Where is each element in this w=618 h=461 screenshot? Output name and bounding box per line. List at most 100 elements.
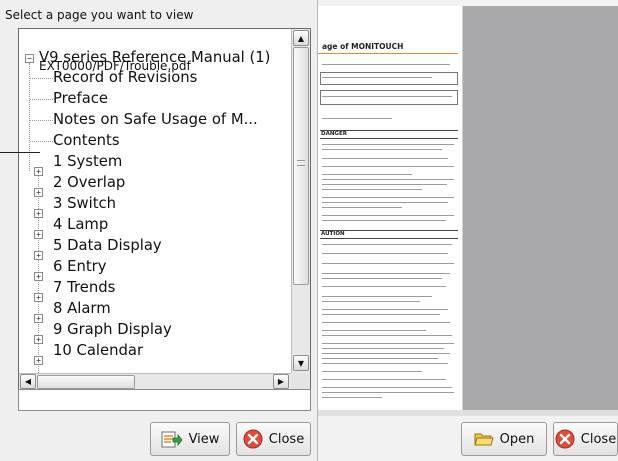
scroll-down-button[interactable]: ▼ [293,355,309,371]
tree-connector [30,78,53,79]
close-icon [243,429,263,449]
tree-connector [30,141,53,142]
page-tree[interactable]: EXT0000/PDF/Trouble.pdf − V9 series Refe… [18,28,311,391]
preview-text-line [322,149,442,150]
app-window: age of MONITOUCH DANGER AUTION Open Clos… [0,0,618,461]
preview-text-line [322,253,448,254]
preview-text-line [322,207,402,208]
tree-chapter[interactable]: 5 Data Display [53,235,162,256]
preview-text-box [320,72,458,85]
tree-chapter[interactable]: 2 Overlap [53,172,125,193]
preview-text-line [322,296,432,297]
scroll-left-button[interactable]: ◀ [20,374,36,389]
view-button[interactable]: View [150,422,230,456]
scroll-up-button[interactable]: ▲ [293,30,309,46]
expand-toggle[interactable]: + [34,209,43,218]
preview-text-line [322,392,454,393]
preview-text-line [322,363,448,364]
preview-text-line [322,273,450,274]
tree-item[interactable]: Preface [53,88,108,109]
tree-chapter[interactable]: 10 Calendar [53,340,143,361]
expand-toggle[interactable]: + [34,314,43,323]
open-button-label: Open [499,431,535,447]
tree-chapter[interactable]: 4 Lamp [53,214,108,235]
preview-text-line [322,371,422,372]
expand-toggle[interactable]: + [34,167,43,176]
scroll-right-button[interactable]: ▶ [273,374,289,389]
pdf-page-preview[interactable]: age of MONITOUCH DANGER AUTION [318,6,463,410]
dialog-prompt: Select a page you want to view [5,8,194,22]
expand-toggle[interactable]: + [34,335,43,344]
tree-connector [29,63,30,171]
collapse-toggle[interactable]: − [25,54,34,63]
tree-item[interactable]: Notes on Safe Usage of M... [53,109,258,130]
preview-scrollbar[interactable] [318,410,618,416]
tree-item[interactable]: Contents [53,130,120,151]
preview-text-line [322,348,444,349]
tree-chapter[interactable]: 3 Switch [53,193,116,214]
preview-text-line [322,144,454,145]
preview-text-line [322,358,438,359]
close-icon [555,429,575,449]
tree-vertical-scrollbar[interactable]: ▲ ▼ [291,29,310,373]
preview-page-title: age of MONITOUCH [322,42,404,51]
preview-text-line [322,278,442,279]
preview-text-line [322,158,448,159]
grip-icon [297,160,305,166]
preview-text-line [322,353,450,354]
expand-toggle[interactable]: + [34,356,43,365]
expand-toggle[interactable]: + [34,230,43,239]
preview-text-line [322,189,422,190]
preview-text-line [322,64,450,65]
preview-text-line [322,397,382,398]
preview-background [463,6,618,410]
scrollbar-corner [291,373,310,390]
preview-text-line [322,202,448,203]
preview-text-line [322,322,450,323]
preview-text-line [322,387,452,388]
tree-chapter[interactable]: 7 Trends [53,277,115,298]
tree-chapter[interactable]: 1 System [53,151,122,172]
preview-text-line [322,330,426,331]
preview-text-line [322,166,454,167]
expand-toggle[interactable]: + [34,272,43,281]
view-page-icon [161,431,183,448]
tree-item[interactable]: Record of Revisions [53,67,197,88]
preview-text-line [322,215,454,216]
status-field [18,389,311,411]
open-button[interactable]: Open [461,422,547,456]
tree-horizontal-scrollbar[interactable]: ◀ ▶ [19,373,291,390]
folder-icon [473,433,494,446]
preview-text-line [322,263,454,264]
page-select-dialog: Select a page you want to view EXT0000/P… [0,0,318,461]
tree-viewport: − V9 series Reference Manual (1) Record … [19,47,291,373]
vertical-scroll-thumb[interactable] [293,47,309,285]
preview-text-line [322,179,454,180]
preview-section-danger: DANGER [321,131,347,137]
close-button[interactable]: Close [236,422,311,456]
preview-text-line [322,174,412,175]
preview-text-line [322,314,440,315]
preview-text-line [322,343,454,344]
horizontal-scroll-thumb[interactable] [37,375,135,389]
expand-toggle[interactable]: + [34,188,43,197]
tree-connector [30,99,53,100]
tree-chapter[interactable]: 6 Entry [53,256,107,277]
expand-toggle[interactable]: + [34,293,43,302]
preview-text-box [320,90,458,105]
preview-text-line [322,220,446,221]
preview-text-line [322,335,452,336]
preview-text-line [322,96,452,97]
preview-text-line [322,118,392,119]
view-button-label: View [188,431,220,447]
tree-chapter[interactable]: 9 Graph Display [53,319,172,340]
tree-chapter[interactable]: 8 Alarm [53,298,111,319]
preview-text-line [322,286,446,287]
close-button-main[interactable]: Close [553,422,618,456]
preview-text-line [322,379,446,380]
tree-root[interactable]: V9 series Reference Manual (1) [39,47,270,68]
close-button-label: Close [268,431,305,447]
preview-text-line [322,197,454,198]
expand-toggle[interactable]: + [34,251,43,260]
preview-text-line [322,184,447,185]
